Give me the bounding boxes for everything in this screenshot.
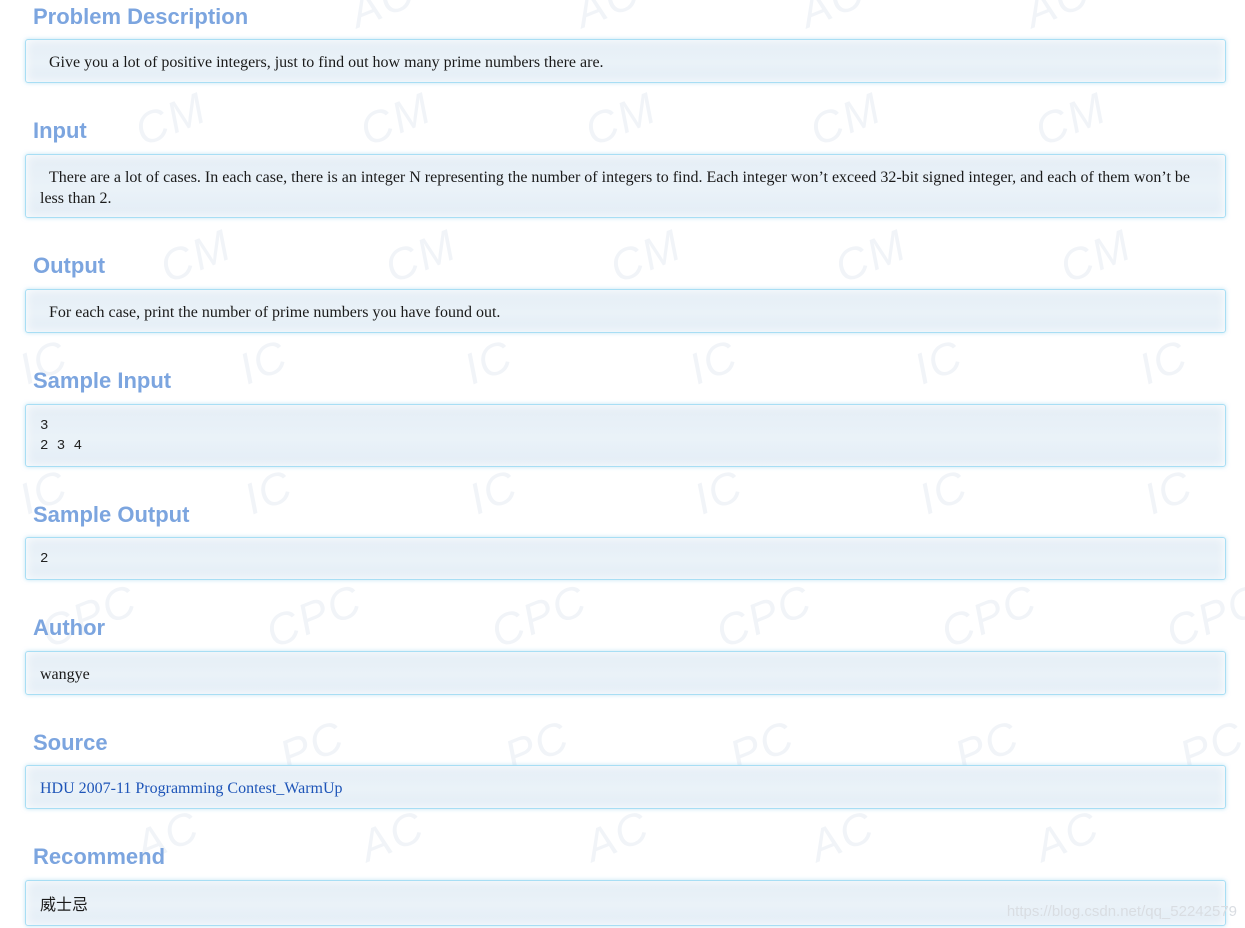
source-panel: HDU 2007-11 Programming Contest_WarmUp — [25, 765, 1226, 809]
problem-description-panel: Give you a lot of positive integers, jus… — [25, 39, 1226, 83]
author-panel: wangye — [25, 651, 1226, 695]
problem-page: Problem Description Give you a lot of po… — [0, 0, 1245, 928]
source-link[interactable]: HDU 2007-11 Programming Contest_WarmUp — [40, 780, 343, 797]
sample-output-code: 2 — [40, 549, 1191, 569]
sample-input-line: 3 — [40, 418, 49, 434]
input-text: There are a lot of cases. In each case, … — [40, 169, 1190, 207]
sample-output-heading: Sample Output — [33, 502, 190, 527]
source-heading: Source — [33, 730, 108, 755]
source-text-wrapper: HDU 2007-11 Programming Contest_WarmUp — [40, 778, 1191, 799]
problem-description-text: Give you a lot of positive integers, jus… — [49, 54, 604, 71]
recommend-heading: Recommend — [33, 844, 166, 869]
csdn-watermark-text: https://blog.csdn.net/qq_52242579 — [1006, 903, 1237, 920]
sample-input-heading: Sample Input — [33, 368, 172, 393]
sample-output-line: 2 — [40, 551, 49, 567]
output-heading: Output — [33, 253, 106, 278]
sample-input-line: 2 3 4 — [40, 438, 83, 454]
author-text: wangye — [40, 666, 90, 683]
input-panel: There are a lot of cases. In each case, … — [25, 154, 1226, 218]
input-heading: Input — [33, 118, 87, 143]
sample-input-panel: 3 2 3 4 — [25, 404, 1226, 467]
output-panel: For each case, print the number of prime… — [25, 289, 1226, 333]
output-text: For each case, print the number of prime… — [49, 304, 501, 321]
problem-description-heading: Problem Description — [33, 4, 249, 29]
sample-input-code: 3 2 3 4 — [40, 416, 1191, 456]
sample-output-panel: 2 — [25, 537, 1226, 580]
author-heading: Author — [33, 615, 106, 640]
